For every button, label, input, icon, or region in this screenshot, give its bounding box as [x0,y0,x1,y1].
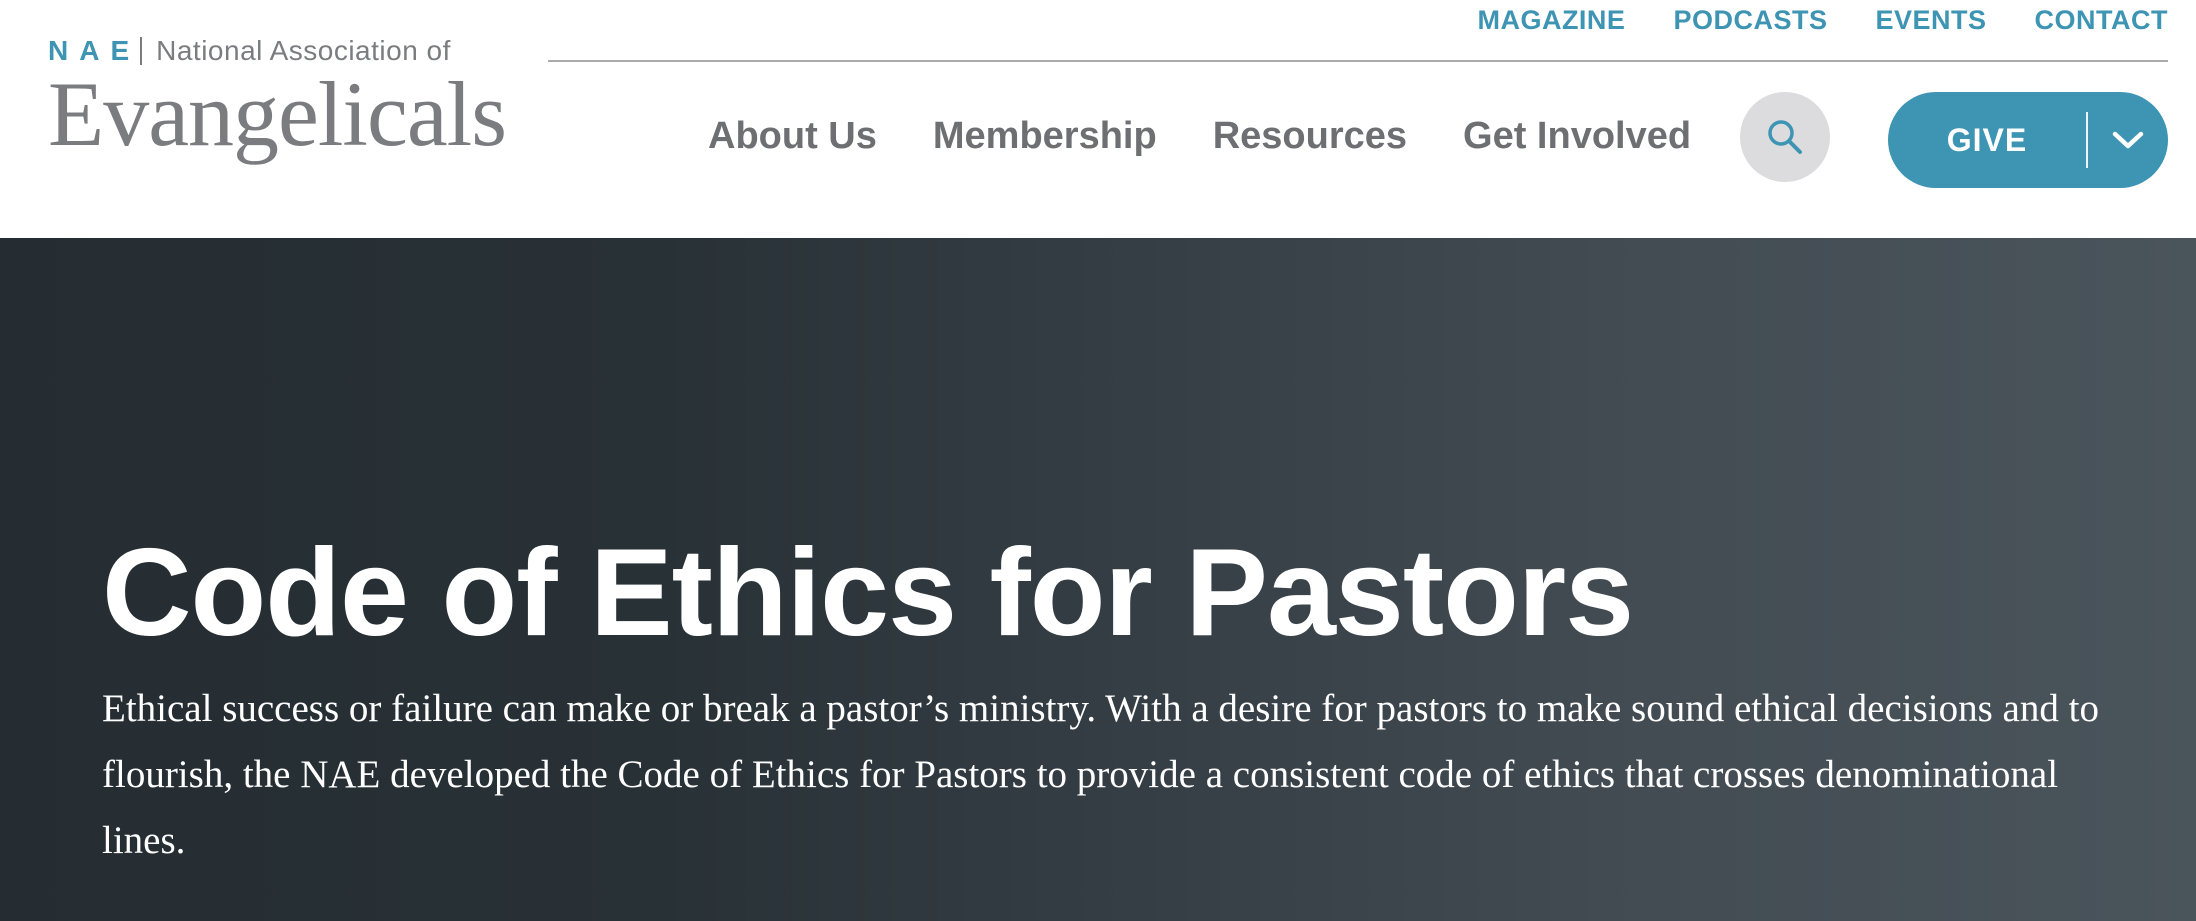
logo-wordmark: Evangelicals [48,63,507,165]
chevron-down-icon [2112,131,2144,149]
site-logo[interactable]: NAE National Association of Evangelicals [48,30,507,170]
utility-link-podcasts[interactable]: PODCASTS [1673,5,1827,36]
page-title: Code of Ethics for Pastors [102,524,1634,662]
search-icon [1768,120,1802,154]
nav-item-membership[interactable]: Membership [933,115,1157,158]
site-header: NAE National Association of Evangelicals… [0,0,2196,238]
utility-link-contact[interactable]: CONTACT [2035,5,2168,36]
give-separator [2086,112,2088,168]
header-divider [548,60,2168,62]
nav-item-resources[interactable]: Resources [1213,115,1407,158]
utility-link-magazine[interactable]: MAGAZINE [1477,5,1625,36]
nav-item-about-us[interactable]: About Us [708,115,877,158]
give-dropdown-toggle[interactable] [2088,129,2168,151]
main-nav: About Us Membership Resources Get Involv… [708,108,1691,164]
utility-nav: MAGAZINE PODCASTS EVENTS CONTACT [1477,0,2168,40]
logo-separator [140,37,143,65]
give-button[interactable]: GIVE [1888,92,2168,188]
nav-item-get-involved[interactable]: Get Involved [1463,115,1691,158]
hero-description: Ethical success or failure can make or b… [102,687,2099,862]
utility-link-events[interactable]: EVENTS [1875,5,1986,36]
give-label: GIVE [1946,121,2028,158]
search-button[interactable] [1740,92,1830,182]
hero-banner: Code of Ethics for Pastors Ethical succe… [0,238,2196,921]
